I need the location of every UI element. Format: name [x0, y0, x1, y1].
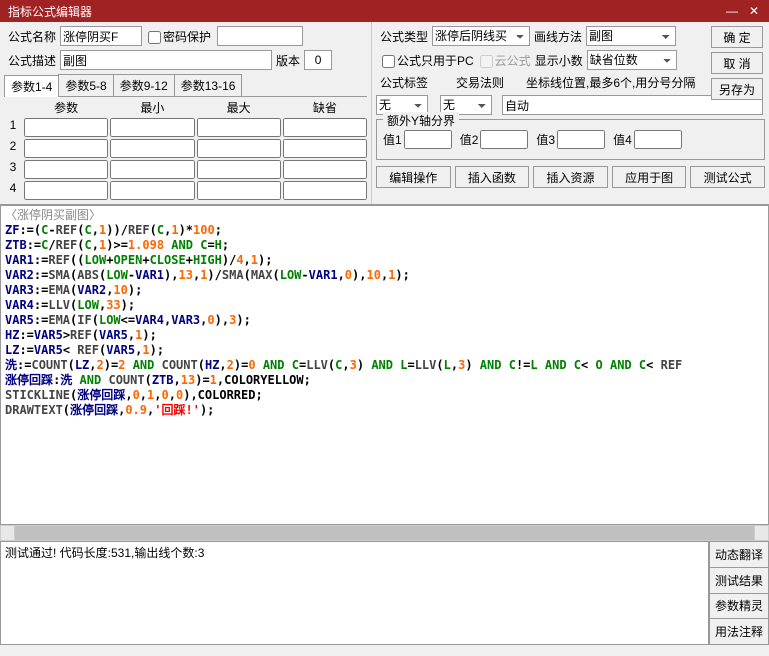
cloud-checkbox: [480, 55, 493, 68]
titlebar: 指标公式编辑器 — ✕: [0, 0, 769, 22]
side-usage[interactable]: 用法注释: [709, 619, 769, 645]
param-grid: 参数 最小 最大 缺省 1 2 3 4: [4, 99, 367, 200]
p1-def[interactable]: [283, 118, 367, 137]
desc-input[interactable]: [60, 50, 272, 70]
type-label: 公式类型: [380, 28, 428, 45]
right-panel: 确 定 取 消 另存为 公式类型 涨停后阴线买 画线方法 副图 公式只用于PC …: [372, 22, 769, 204]
p4-name[interactable]: [24, 181, 108, 200]
p2-name[interactable]: [24, 139, 108, 158]
p1-max[interactable]: [197, 118, 281, 137]
side-buttons: 动态翻译 测试结果 参数精灵 用法注释: [709, 541, 769, 645]
side-param-wizard[interactable]: 参数精灵: [709, 594, 769, 620]
tab-params-5-8[interactable]: 参数5-8: [58, 74, 113, 96]
bottom-panel: 测试通过! 代码长度:531,输出线个数:3 动态翻译 测试结果 参数精灵 用法…: [0, 541, 769, 645]
dec-select[interactable]: 缺省位数: [587, 50, 677, 70]
y-axis-group: 额外Y轴分界 值1 值2 值3 值4: [376, 119, 765, 160]
saveas-button[interactable]: 另存为: [711, 78, 763, 100]
param-hd-min: 最小: [110, 99, 194, 116]
minimize-icon[interactable]: —: [721, 4, 743, 18]
scroll-thumb[interactable]: [15, 526, 754, 540]
y2-input[interactable]: [480, 130, 528, 149]
p3-name[interactable]: [24, 160, 108, 179]
param-hd-max: 最大: [197, 99, 281, 116]
dec-label: 显示小数: [535, 52, 583, 69]
cancel-button[interactable]: 取 消: [711, 52, 763, 74]
ver-input[interactable]: [304, 50, 332, 70]
side-translate[interactable]: 动态翻译: [709, 541, 769, 568]
p2-max[interactable]: [197, 139, 281, 158]
name-input[interactable]: [60, 26, 142, 46]
p3-min[interactable]: [110, 160, 194, 179]
close-icon[interactable]: ✕: [743, 4, 765, 18]
side-test-result[interactable]: 测试结果: [709, 568, 769, 594]
p1-min[interactable]: [110, 118, 194, 137]
test-button[interactable]: 测试公式: [690, 166, 765, 188]
pwd-checkbox[interactable]: [148, 31, 161, 44]
ok-button[interactable]: 确 定: [711, 26, 763, 48]
pc-only[interactable]: 公式只用于PC: [376, 52, 474, 69]
p1-name[interactable]: [24, 118, 108, 137]
tag-label: 公式标签: [380, 74, 428, 91]
name-label: 公式名称: [8, 28, 56, 45]
tab-params-1-4[interactable]: 参数1-4: [4, 75, 59, 97]
y3-input[interactable]: [557, 130, 605, 149]
p4-def[interactable]: [283, 181, 367, 200]
edit-op-button[interactable]: 编辑操作: [376, 166, 451, 188]
window-title: 指标公式编辑器: [4, 3, 721, 20]
apply-button[interactable]: 应用于图: [612, 166, 687, 188]
h-scrollbar[interactable]: [0, 525, 769, 541]
pwd-input[interactable]: [217, 26, 303, 46]
param-hd-name: 参数: [24, 99, 108, 116]
ins-fn-button[interactable]: 插入函数: [455, 166, 530, 188]
pc-only-checkbox[interactable]: [382, 55, 395, 68]
draw-select[interactable]: 副图: [586, 26, 676, 46]
p3-def[interactable]: [283, 160, 367, 179]
top-panel: 公式名称 密码保护 公式描述 版本 参数1-4 参数5-8 参数9-12 参数1…: [0, 22, 769, 205]
coord-label: 坐标线位置,最多6个,用分号分隔: [526, 74, 695, 91]
p4-max[interactable]: [197, 181, 281, 200]
p2-min[interactable]: [110, 139, 194, 158]
cloud: 云公式: [474, 52, 531, 69]
scroll-right-icon[interactable]: [754, 526, 768, 540]
ver-label: 版本: [276, 52, 300, 69]
left-panel: 公式名称 密码保护 公式描述 版本 参数1-4 参数5-8 参数9-12 参数1…: [0, 22, 372, 204]
y1-input[interactable]: [404, 130, 452, 149]
y-axis-legend: 额外Y轴分界: [383, 112, 459, 129]
draw-label: 画线方法: [534, 28, 582, 45]
p2-def[interactable]: [283, 139, 367, 158]
tab-params-13-16[interactable]: 参数13-16: [174, 74, 243, 96]
status-text: 测试通过! 代码长度:531,输出线个数:3: [0, 541, 709, 645]
tab-params-9-12[interactable]: 参数9-12: [113, 74, 175, 96]
ins-res-button[interactable]: 插入资源: [533, 166, 608, 188]
pwd-label[interactable]: 密码保护: [142, 28, 211, 45]
y4-input[interactable]: [634, 130, 682, 149]
code-editor[interactable]: 〈涨停阴买副图〉 ZF:=(C-REF(C,1))/REF(C,1)*100; …: [0, 205, 769, 525]
param-tabs: 参数1-4 参数5-8 参数9-12 参数13-16: [4, 74, 367, 97]
scroll-left-icon[interactable]: [1, 526, 15, 540]
p4-min[interactable]: [110, 181, 194, 200]
trade-label: 交易法则: [456, 74, 504, 91]
p3-max[interactable]: [197, 160, 281, 179]
desc-label: 公式描述: [8, 52, 56, 69]
param-hd-def: 缺省: [283, 99, 367, 116]
type-select[interactable]: 涨停后阴线买: [432, 26, 530, 46]
